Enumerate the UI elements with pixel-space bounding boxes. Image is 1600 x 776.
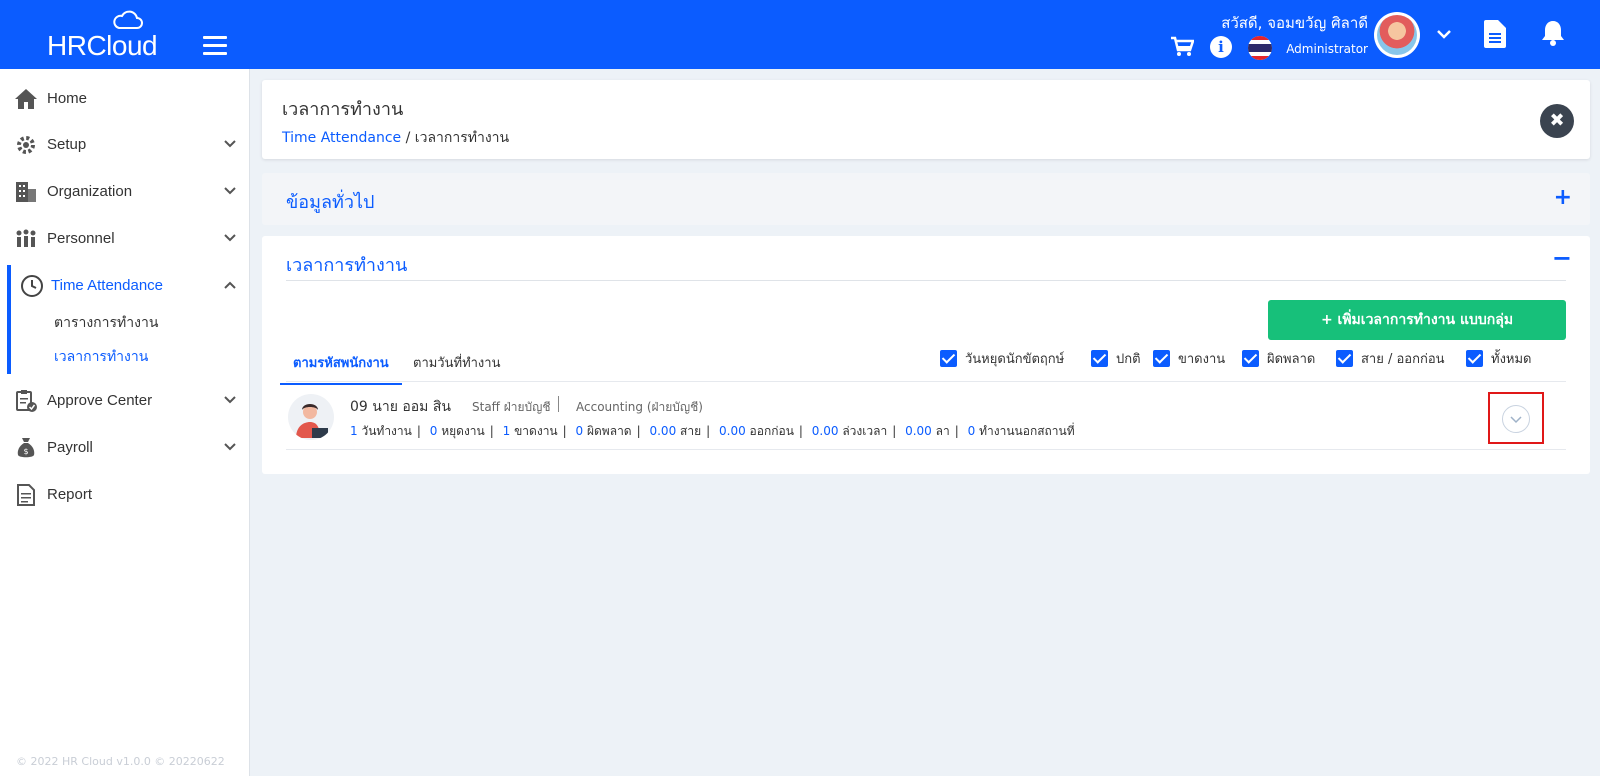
- sidebar-item-personnel[interactable]: Personnel: [0, 221, 250, 257]
- user-role: Administrator: [1286, 42, 1368, 56]
- highlight-box: [1488, 392, 1544, 444]
- clipboard-check-icon: [16, 390, 37, 412]
- sidebar-item-setup[interactable]: Setup: [0, 127, 250, 163]
- employee-row[interactable]: 09 นาย ออม สิน Staff ฝ่ายบัญชี Accountin…: [286, 388, 1566, 450]
- chevron-down-icon[interactable]: [1436, 26, 1452, 42]
- building-icon: [16, 182, 36, 202]
- general-info-title: ข้อมูลทั่วไป: [286, 192, 375, 213]
- info-icon[interactable]: i: [1210, 36, 1232, 58]
- employee-position: Staff ฝ่ายบัญชี: [472, 400, 551, 414]
- user-greeting: สวัสดี, จอมขวัญ ศิลาดี: [1221, 14, 1368, 32]
- cloud-icon: [113, 10, 143, 29]
- sidebar-item-report[interactable]: Report: [0, 477, 250, 513]
- sidebar-item-label: Personnel: [47, 230, 115, 247]
- tab-by-work-date[interactable]: ตามวันที่ทำงาน: [413, 352, 500, 383]
- copyright-footer: © 2022 HR Cloud v1.0.0 © 20220622: [16, 755, 225, 768]
- sidebar-item-label: Report: [47, 486, 93, 503]
- gear-icon: [17, 136, 35, 154]
- sidebar-subitem-work-time[interactable]: เวลาการทำงาน: [54, 346, 148, 368]
- report-icon: [17, 484, 35, 506]
- clock-icon: [21, 275, 43, 297]
- employee-department: Accounting (ฝ่ายบัญชี): [576, 400, 703, 414]
- sidebar-item-label: Home: [47, 90, 88, 107]
- brand-name: HRCloud: [47, 30, 158, 61]
- chevron-down-icon: [224, 187, 236, 195]
- close-button[interactable]: ✖: [1540, 104, 1574, 138]
- sidebar-item-time-attendance[interactable]: Time Attendance: [0, 268, 250, 304]
- tabs-divider: [286, 381, 1566, 382]
- chevron-down-icon: [224, 140, 236, 148]
- expand-row-button[interactable]: [1502, 405, 1530, 433]
- user-avatar[interactable]: [1374, 12, 1420, 58]
- chevron-up-icon: [224, 281, 236, 289]
- work-time-title: เวลาการทำงาน: [286, 255, 408, 276]
- sidebar-item-approve-center[interactable]: Approve Center: [0, 383, 250, 419]
- filter-holiday-checkbox[interactable]: วันหยุดนักขัตฤกษ์: [940, 348, 1064, 368]
- collapse-minus-icon[interactable]: −: [1552, 244, 1572, 272]
- svg-text:$: $: [23, 447, 28, 456]
- filter-all-checkbox[interactable]: ทั้งหมด: [1466, 348, 1532, 368]
- breadcrumb: Time Attendance / เวลาการทำงาน: [282, 127, 509, 149]
- page-title: เวลาการทำงาน: [282, 99, 404, 120]
- add-group-work-time-button[interactable]: + เพิ่มเวลาการทำงาน แบบกลุ่ม: [1268, 300, 1566, 340]
- money-bag-icon: $: [17, 438, 35, 458]
- bell-icon[interactable]: [1541, 20, 1565, 46]
- employee-avatar: [288, 394, 334, 440]
- sidebar-item-label: Payroll: [47, 439, 93, 456]
- divider: [286, 280, 1566, 281]
- sidebar-item-payroll[interactable]: $ Payroll: [0, 430, 250, 466]
- people-icon: [16, 229, 36, 247]
- breadcrumb-separator: /: [405, 130, 411, 146]
- chevron-down-icon: [224, 234, 236, 242]
- thai-flag-icon[interactable]: [1248, 36, 1272, 60]
- sidebar-item-organization[interactable]: Organization: [0, 174, 250, 210]
- sidebar-item-home[interactable]: Home: [0, 81, 250, 117]
- expand-plus-icon[interactable]: +: [1554, 185, 1572, 210]
- chevron-down-icon: [1510, 416, 1522, 424]
- sidebar: Home Setup Organization Personnel Time A…: [0, 69, 250, 776]
- breadcrumb-current: เวลาการทำงาน: [414, 130, 510, 146]
- sidebar-item-label: Organization: [47, 183, 133, 200]
- top-bar: HRCloud สวัสดี, จอมขวัญ ศิลาดี i Adminis…: [0, 0, 1600, 69]
- menu-toggle-icon[interactable]: [203, 36, 227, 60]
- sidebar-subitem-work-schedule[interactable]: ตารางการทำงาน: [54, 312, 158, 334]
- employee-name: 09 นาย ออม สิน: [350, 399, 451, 415]
- hrcloud-logo[interactable]: HRCloud: [47, 10, 158, 61]
- document-icon[interactable]: [1484, 20, 1506, 48]
- filter-absent-checkbox[interactable]: ขาดงาน: [1153, 348, 1225, 368]
- sidebar-item-label: Time Attendance: [51, 277, 164, 294]
- general-info-section[interactable]: ข้อมูลทั่วไป +: [262, 173, 1590, 225]
- sidebar-item-label: Approve Center: [47, 392, 153, 409]
- work-time-section: เวลาการทำงาน − + เพิ่มเวลาการทำงาน แบบกล…: [262, 236, 1590, 474]
- filter-normal-checkbox[interactable]: ปกติ: [1091, 348, 1141, 368]
- chevron-down-icon: [224, 443, 236, 451]
- employee-stats: 1 วันทำงาน | 0 หยุดงาน | 1 ขาดงาน | 0 ผิดพล…: [350, 424, 1075, 438]
- breadcrumb-link-time-attendance[interactable]: Time Attendance: [282, 130, 401, 146]
- filter-error-checkbox[interactable]: ผิดพลาด: [1242, 348, 1315, 368]
- cart-icon[interactable]: [1170, 36, 1194, 58]
- filter-late-early-checkbox[interactable]: สาย / ออกก่อน: [1336, 348, 1445, 368]
- home-icon: [15, 89, 37, 109]
- page-header-card: เวลาการทำงาน Time Attendance / เวลาการทำ…: [262, 80, 1590, 159]
- chevron-down-icon: [224, 396, 236, 404]
- sidebar-item-label: Setup: [47, 136, 87, 153]
- separator: [558, 396, 559, 412]
